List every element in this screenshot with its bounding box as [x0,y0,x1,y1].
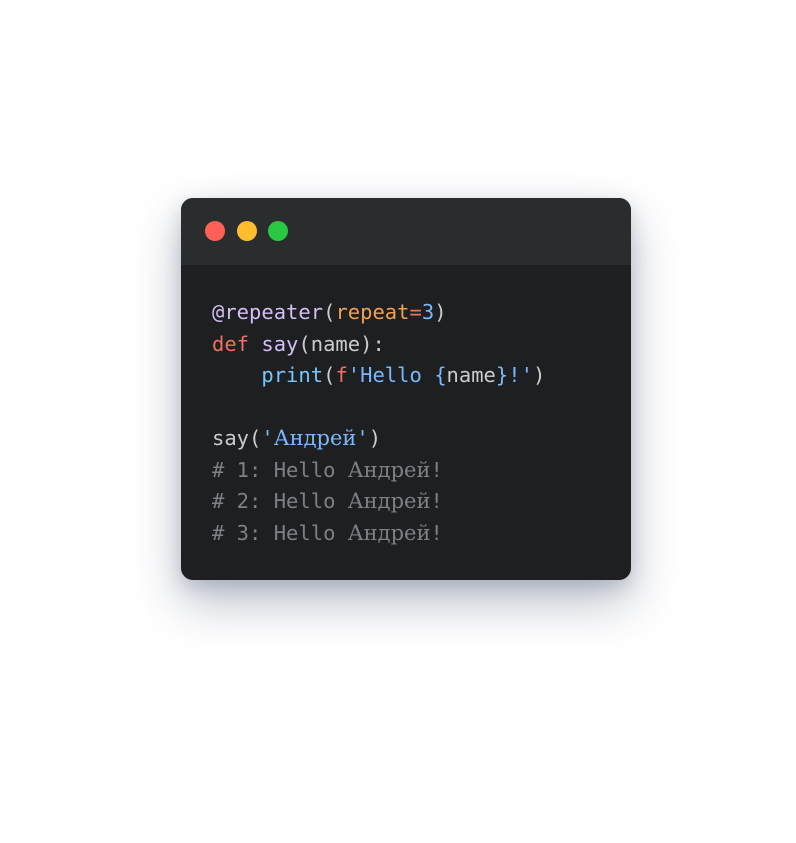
code-token-keyword: f [335,363,348,387]
code-token-comment: # 1: Hello [212,457,348,482]
code-token-comment: Андрей [347,520,431,545]
code-token-text: ( [323,363,336,387]
code-token-text: ) [434,300,447,324]
code-token-string: ' [261,426,274,450]
zoom-window-button[interactable] [268,221,288,241]
code-line: # 2: Hello Андрей! [212,486,545,518]
code-token-text: (name): [298,331,385,356]
code-token-param: repeat [335,300,410,324]
code-token-string: Андрей [273,426,357,450]
window-titlebar [181,198,631,265]
code-token-string: }!' [495,363,533,387]
code-token-decorator: say [261,331,299,356]
code-line: print(f'Hello {name}!') [212,360,545,392]
code-token-string: { [434,363,447,387]
code-line: # 1: Hello Андрей! [212,455,545,487]
code-token-comment: # 3: Hello [212,520,348,545]
code-token-comment: # 2: Hello [212,489,348,513]
code-token-decorator: @repeater [212,300,324,324]
code-token-text: name [446,363,496,387]
code-token-comment: ! [430,489,443,513]
code-line: ​ [212,392,545,424]
code-token-keyword: = [409,300,422,324]
code-token-comment: ! [430,520,443,545]
code-token-text: ( [323,300,336,324]
code-token-comment: Андрей [347,457,431,482]
minimize-window-button[interactable] [237,221,257,241]
code-window: @repeater(repeat=3) def say(name): print(… [181,198,631,580]
code-token-text: ) [532,363,546,387]
code-line: # 3: Hello Андрей! [212,518,545,550]
code-token-text: ) [368,426,382,450]
code-line: def say(name): [212,329,545,361]
code-token-text: say( [212,426,262,450]
code-block: @repeater(repeat=3) def say(name): print(… [212,297,545,549]
code-token-function: print [261,363,324,387]
code-token-string: ' [356,426,369,450]
code-token-string: 'Hello [347,363,435,387]
code-token-number: 3 [421,300,435,324]
code-line: @repeater(repeat=3) [212,297,545,329]
code-token-comment: Андрей [347,489,431,513]
code-token-keyword: def [212,331,250,356]
code-line: say('Андрей') [212,423,545,455]
close-window-button[interactable] [205,221,225,241]
code-token-comment: ! [430,457,443,482]
